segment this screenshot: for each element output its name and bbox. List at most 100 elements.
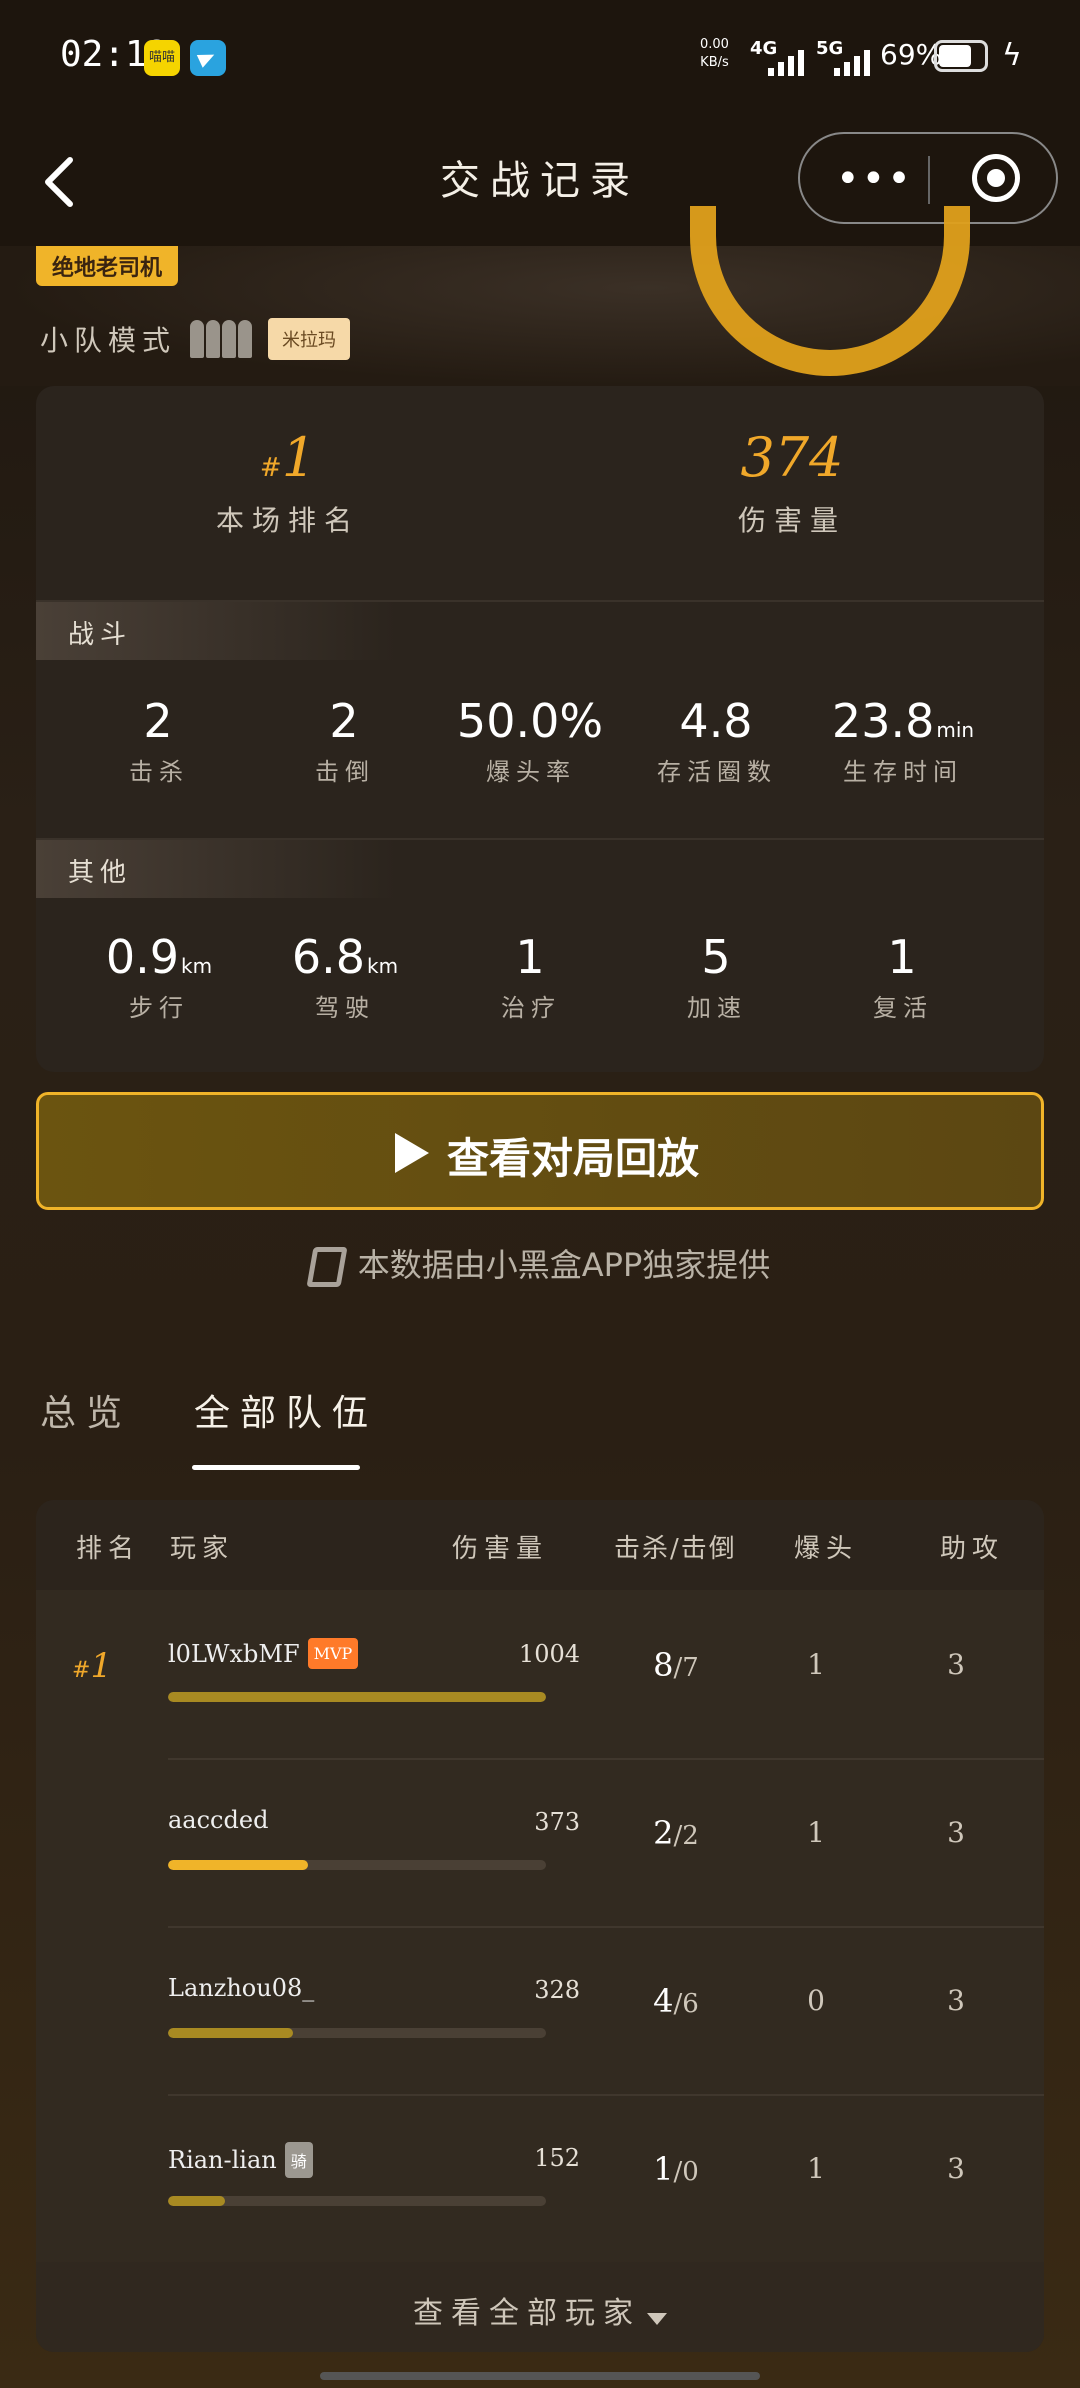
player-damage: 328 <box>534 1976 580 2004</box>
player-name-text: Rian-lian <box>168 2146 277 2174</box>
header-damage: 伤害量 <box>452 1534 549 1564</box>
stat-value: 5 <box>701 930 731 984</box>
player-kills: 8 <box>653 1646 674 1684</box>
player-name-text: l0LWxbMF <box>168 1639 300 1668</box>
player-kills-knocks: 8/7 <box>616 1646 736 1684</box>
network-speed-value: 0.00 <box>700 37 729 52</box>
other-section-header: 其他 <box>36 840 396 898</box>
stat-label: 生存时间 <box>843 758 963 786</box>
home-indicator <box>320 2372 760 2380</box>
player-name-text: Lanzhou08_ <box>168 1974 315 2002</box>
stat-value: 1 <box>515 930 545 984</box>
play-icon <box>395 1133 429 1173</box>
stat-label: 治疗 <box>501 994 561 1022</box>
stat-drive-distance: 6.8 km 驾驶 <box>252 930 438 1023</box>
more-options-icon[interactable]: ••• <box>836 159 913 199</box>
row-divider <box>168 1926 1044 1928</box>
player-name: aaccded <box>168 1806 268 1834</box>
tab-all-teams[interactable]: 全部队伍 <box>194 1384 378 1436</box>
header-rank: 排名 <box>76 1534 141 1564</box>
combat-stats-row: 2 击杀 2 击倒 50.0% 爆头率 4.8 存活圈数 23.8 min 生存时间 <box>36 694 1044 787</box>
stat-kills: 2 击杀 <box>66 694 252 787</box>
kills-separator: / <box>673 1821 683 1851</box>
stat-label: 步行 <box>129 994 189 1022</box>
caret-down-icon <box>647 2312 667 2325</box>
row-divider <box>168 2094 1044 2096</box>
status-bar: 02:12 喵喵 0.00 KB/s 4G 5G 69% ϟ <box>0 0 1080 118</box>
kills-separator: / <box>673 1653 683 1683</box>
player-assists: 3 <box>947 1984 965 2017</box>
header-headshots: 爆头 <box>794 1534 859 1564</box>
player-damage: 373 <box>534 1808 580 1836</box>
player-name: l0LWxbMF MVP <box>168 1638 359 1669</box>
stat-value: 0.9 <box>105 930 180 984</box>
network-speed-unit: KB/s <box>700 55 729 70</box>
stat-label: 驾驶 <box>315 994 375 1022</box>
player-knocks: 2 <box>682 1821 699 1851</box>
rank-stat: #1 本场排名 <box>36 426 540 539</box>
player-kills: 1 <box>653 2150 674 2188</box>
view-replay-button[interactable]: 查看对局回放 <box>36 1092 1044 1210</box>
mode-row: 小队模式 米拉玛 <box>40 318 351 360</box>
player-knocks: 7 <box>682 1653 699 1683</box>
network-speed: 0.00 KB/s <box>700 36 729 72</box>
player-headshots: 1 <box>807 1816 825 1849</box>
player-assists: 3 <box>947 1816 965 1849</box>
player-row[interactable]: l0LWxbMF MVP 1004 8/7 1 3 <box>36 1590 1044 1758</box>
kills-separator: / <box>673 1989 683 2019</box>
capsule-divider <box>928 156 930 204</box>
player-row[interactable]: aaccded 373 2/2 1 3 <box>36 1758 1044 1926</box>
damage-value: 374 <box>740 426 844 489</box>
player-kills-knocks: 2/2 <box>616 1814 736 1852</box>
stat-label: 爆头率 <box>486 758 576 786</box>
rank-label: 本场排名 <box>215 504 360 537</box>
damage-bar <box>168 2196 546 2206</box>
player-headshots: 0 <box>807 1984 825 2017</box>
player-headshots: 1 <box>807 1648 825 1681</box>
stat-label: 击倒 <box>315 758 375 786</box>
header-assists: 助攻 <box>940 1534 1005 1564</box>
player-assists: 3 <box>947 1648 965 1681</box>
player-assists: 3 <box>947 2152 965 2185</box>
stat-unit: km <box>181 954 213 978</box>
view-all-players-button[interactable]: 查看全部玩家 <box>36 2262 1044 2352</box>
map-badge: 米拉玛 <box>268 318 351 360</box>
team-table: 排名 玩家 伤害量 击杀/击倒 爆头 助攻 #1 l0LWxbMF MVP 1004… <box>36 1500 1044 2352</box>
table-header: 排名 玩家 伤害量 击杀/击倒 爆头 助攻 <box>36 1500 1044 1590</box>
player-name-text: aaccded <box>168 1806 269 1834</box>
player-title-tag: 绝地老司机 <box>36 246 179 286</box>
charging-icon: ϟ <box>1002 38 1022 73</box>
mode-label: 小队模式 <box>40 324 177 357</box>
rank-value: #1 <box>36 426 540 489</box>
battery-icon <box>934 40 988 72</box>
stat-value: 1 <box>887 930 917 984</box>
stat-boosts: 5 加速 <box>624 930 810 1023</box>
battery-percent: 69% <box>880 38 943 71</box>
damage-bar <box>168 1692 546 1702</box>
signal-bars-icon <box>834 50 870 76</box>
tab-overview[interactable]: 总览 <box>40 1384 132 1436</box>
player-kills: 4 <box>653 1982 674 2020</box>
stat-unit: min <box>936 718 975 742</box>
active-tab-indicator <box>192 1465 360 1470</box>
stat-label: 加速 <box>687 994 747 1022</box>
squad-people-icon <box>190 320 253 358</box>
stat-value: 2 <box>329 694 359 748</box>
header-player: 玩家 <box>170 1534 235 1564</box>
xiaoheihe-logo-icon <box>306 1247 348 1287</box>
player-row[interactable]: Rian-lian 骑 152 1/0 1 3 <box>36 2094 1044 2262</box>
stat-unit: km <box>367 954 399 978</box>
damage-bar-fill <box>168 1692 546 1702</box>
row-divider <box>168 1758 1044 1760</box>
rank-emblem-icon <box>690 206 970 376</box>
damage-label: 伤害量 <box>737 504 846 537</box>
stat-circles-survived: 4.8 存活圈数 <box>624 694 810 787</box>
stat-headshot-rate: 50.0% 爆头率 <box>438 694 624 787</box>
stat-value: 6.8 <box>291 930 366 984</box>
player-row[interactable]: Lanzhou08_ 328 4/6 0 3 <box>36 1926 1044 2094</box>
stat-label: 存活圈数 <box>657 758 777 786</box>
combat-section-label: 战斗 <box>68 620 133 650</box>
match-stats-card: #1 本场排名 374 伤害量 战斗 2 击杀 2 击倒 50.0% 爆头率 4.8 存… <box>36 386 1044 1072</box>
stat-label: 击杀 <box>129 758 189 786</box>
close-mini-program-icon[interactable] <box>972 154 1020 202</box>
